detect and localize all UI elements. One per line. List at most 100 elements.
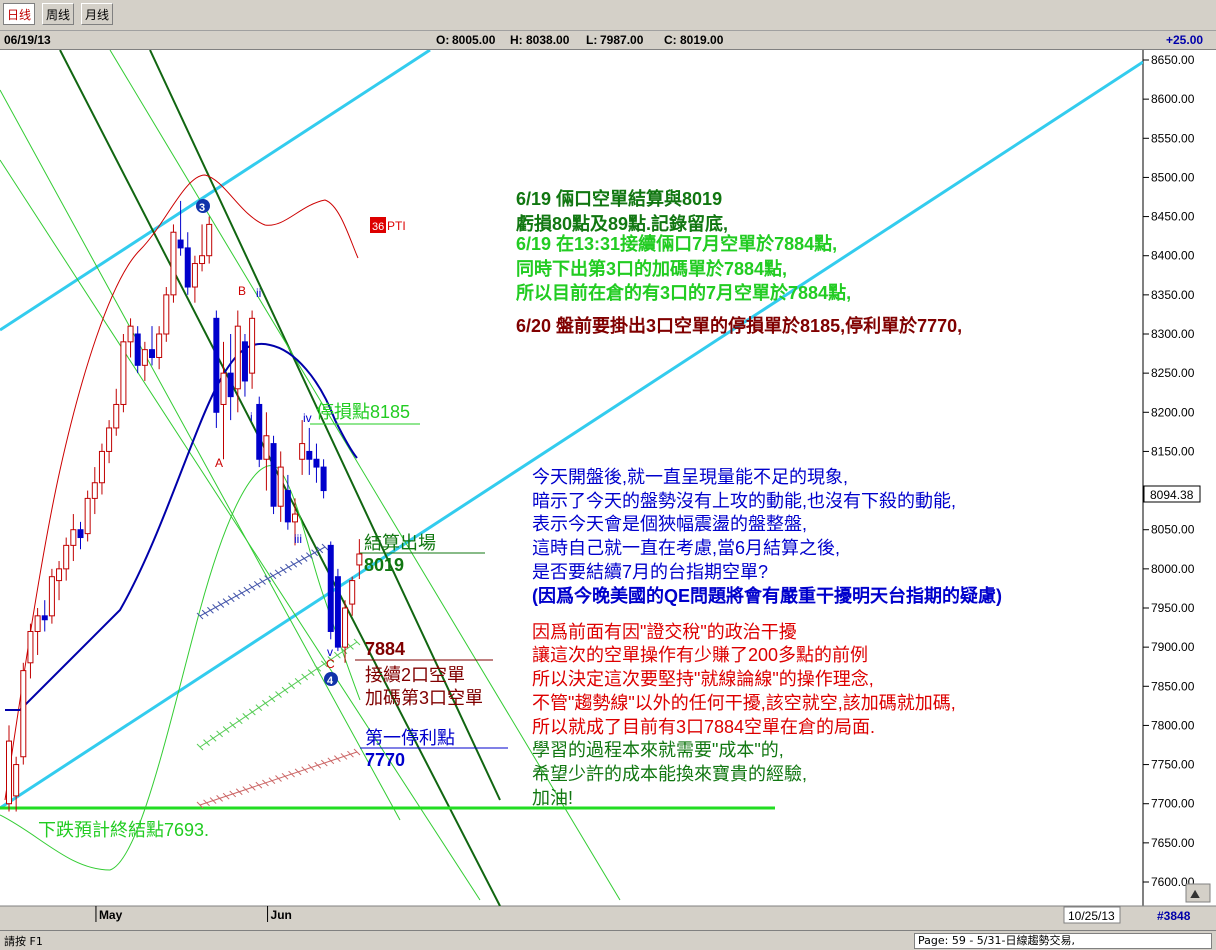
- annotation-line: 加油!: [532, 788, 573, 808]
- wave-label-C: C: [326, 657, 335, 671]
- settle-value: 8019: [364, 555, 404, 575]
- candle-body: [234, 325, 241, 390]
- y-tick-label: 8200.00: [1151, 405, 1195, 419]
- high-label: H:: [510, 33, 523, 47]
- candle-body: [6, 740, 12, 805]
- tab-monthly[interactable]: 月线: [81, 3, 114, 25]
- take-profit-value: 7770: [365, 750, 405, 770]
- annotation-line: 6/19 倆口空單結算與8019: [516, 188, 722, 209]
- candle-body: [284, 490, 291, 523]
- page-indicator: Page: 59 - 5/31-日線趨勢交易,: [914, 933, 1212, 949]
- candle-body: [249, 317, 256, 374]
- candle-body: [299, 443, 306, 460]
- entry-line-2: 加碼第3口空單: [365, 688, 483, 708]
- x-tick-label: Jun: [271, 908, 292, 922]
- candle-body: [63, 544, 70, 570]
- candle-body: [13, 764, 20, 797]
- candle-body: [220, 372, 227, 405]
- candle-body: [292, 513, 298, 523]
- y-tick-label: 8400.00: [1151, 249, 1195, 263]
- candle-body: [106, 427, 113, 452]
- change-value: +25.00: [1166, 33, 1204, 47]
- candle-body: [120, 341, 127, 405]
- y-tick-label: 7900.00: [1151, 640, 1195, 654]
- candle-body: [313, 458, 320, 468]
- wave-label-4: 4: [327, 675, 334, 687]
- y-tick-label: 8600.00: [1151, 92, 1195, 106]
- candle-body: [127, 325, 134, 343]
- time-axis-background: [0, 906, 1216, 930]
- entry-line-1: 接續2口空單: [365, 665, 465, 685]
- y-tick-label: 8300.00: [1151, 327, 1195, 341]
- annotation-line: 這時自己就一直在考慮,當6月結算之後,: [532, 538, 840, 558]
- candle-body: [263, 435, 270, 460]
- candle-body: [256, 403, 263, 460]
- bar-count-label: #3848: [1157, 909, 1191, 923]
- pti-number: 36: [372, 221, 384, 233]
- wave-label-A: A: [215, 456, 223, 470]
- annotation-line: 希望少許的成本能換來寶貴的經驗,: [532, 764, 807, 784]
- candle-body: [270, 443, 277, 507]
- tab-weekly[interactable]: 周线: [42, 3, 75, 25]
- y-tick-label: 8650.00: [1151, 53, 1195, 67]
- candle-body: [327, 544, 334, 632]
- y-tick-label: 7750.00: [1151, 758, 1195, 772]
- annotation-line: 不管"趨勢線"以外的任何干擾,該空就空,該加碼就加碼,: [532, 693, 956, 713]
- low-label: L:: [586, 33, 598, 47]
- tab-daily[interactable]: 日线: [3, 3, 36, 25]
- candle-body: [349, 580, 356, 605]
- close-value: 8019.00: [680, 33, 724, 47]
- candle-body: [98, 450, 105, 484]
- low-value: 7987.00: [600, 33, 644, 47]
- wave-label-iv: iv: [303, 411, 312, 425]
- annotation-line: 是否要結續7月的台指期空單?: [532, 562, 768, 582]
- pti-label: PTI: [387, 219, 406, 233]
- y-tick-label: 8500.00: [1151, 170, 1195, 184]
- open-label: O:: [436, 33, 450, 47]
- date-range-label: 10/25/13: [1068, 909, 1115, 923]
- annotation-line: 學習的過程本來就需要"成本"的,: [532, 740, 784, 760]
- x-tick-label: May: [99, 908, 123, 922]
- annotation-line: 所以決定這次要堅持"就線論線"的操作理念,: [532, 668, 874, 689]
- candle-body: [213, 317, 220, 413]
- annotation-line: 所以目前在倉的有3口的7月空單於7884點,: [516, 282, 851, 303]
- y-tick-label: 8250.00: [1151, 366, 1195, 380]
- last-price-label: 8094.38: [1150, 488, 1194, 502]
- candle-body: [134, 333, 141, 366]
- candle-body: [56, 568, 63, 582]
- candle-body: [156, 333, 163, 358]
- candle-body: [77, 529, 84, 539]
- wave-label-B: B: [238, 284, 246, 298]
- annotation-line: 讓這次的空單操作有少賺了200多點的前例: [532, 645, 868, 665]
- wave-label-ii: ii: [256, 286, 261, 300]
- annotation-line: 表示今天會是個狹幅震盪的盤整盤,: [532, 514, 807, 534]
- wave-label-iii: iii: [294, 532, 302, 546]
- candle-body: [149, 349, 155, 358]
- wave-label-i: i: [250, 410, 253, 424]
- candle-body: [48, 576, 55, 617]
- y-tick-label: 7850.00: [1151, 679, 1195, 693]
- ohlc-info-bar: 06/19/13 O: 8005.00 H: 8038.00 L: 7987.0…: [0, 31, 1216, 50]
- candle-body: [163, 294, 170, 335]
- y-tick-label: 8050.00: [1151, 523, 1195, 537]
- y-tick-label: 8000.00: [1151, 562, 1195, 576]
- settle-label: 結算出場: [364, 533, 436, 553]
- candle-body: [41, 615, 48, 621]
- candle-body: [206, 223, 213, 257]
- entry-value: 7884: [365, 639, 405, 659]
- candle-body: [227, 372, 234, 398]
- info-date: 06/19/13: [4, 33, 51, 47]
- take-profit-label: 第一停利點: [365, 728, 455, 748]
- wave-label-3: 3: [199, 202, 205, 214]
- period-tabs: 日线 周线 月线: [0, 0, 1216, 31]
- y-tick-label: 8150.00: [1151, 444, 1195, 458]
- candle-body: [91, 482, 98, 499]
- status-bar: 請按 F1 Page: 59 - 5/31-日線趨勢交易,: [0, 930, 1216, 950]
- candle-body: [27, 630, 34, 664]
- candle-body: [277, 466, 284, 507]
- annotation-line: 6/19 在13:31接續倆口7月空單於7884點,: [516, 233, 837, 254]
- candle-body: [191, 263, 198, 288]
- candle-body: [141, 349, 148, 366]
- annotation-line: 虧損80點及89點.記錄留底,: [516, 213, 728, 234]
- annotation-line: 因爲前面有因"證交稅"的政治干擾: [532, 622, 797, 642]
